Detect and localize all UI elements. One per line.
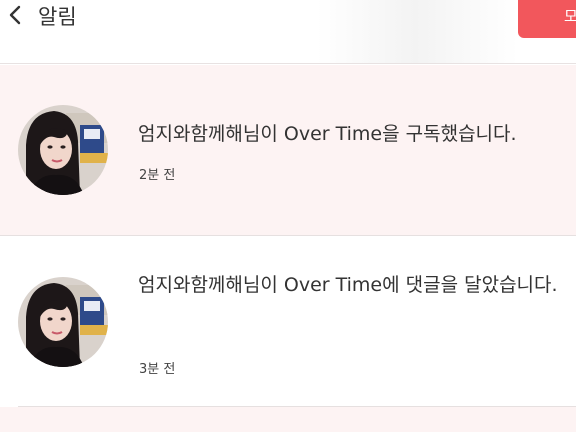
notification-item[interactable]: 엄지와함께해님이 Over Time에 댓글을 달았습니다. 3분 전 — [0, 236, 576, 407]
notification-time: 3분 전 — [139, 362, 176, 377]
header-action-button[interactable]: 모 — [518, 0, 576, 38]
notification-message: 엄지와함께해님이 Over Time을 구독했습니다. — [138, 123, 517, 145]
chevron-left-icon[interactable] — [4, 2, 28, 28]
avatar — [18, 277, 108, 367]
avatar — [18, 105, 108, 195]
notification-item[interactable]: 엄지와함께해님이 Over Time을 구독했습니다. 2분 전 — [0, 65, 576, 236]
notification-time: 2분 전 — [139, 168, 176, 183]
notification-message: 엄지와함께해님이 Over Time에 댓글을 달았습니다. — [138, 274, 558, 296]
page-title: 알림 — [38, 5, 77, 29]
app-header: 알림 모 — [0, 0, 576, 64]
notification-item-partial — [0, 407, 576, 432]
